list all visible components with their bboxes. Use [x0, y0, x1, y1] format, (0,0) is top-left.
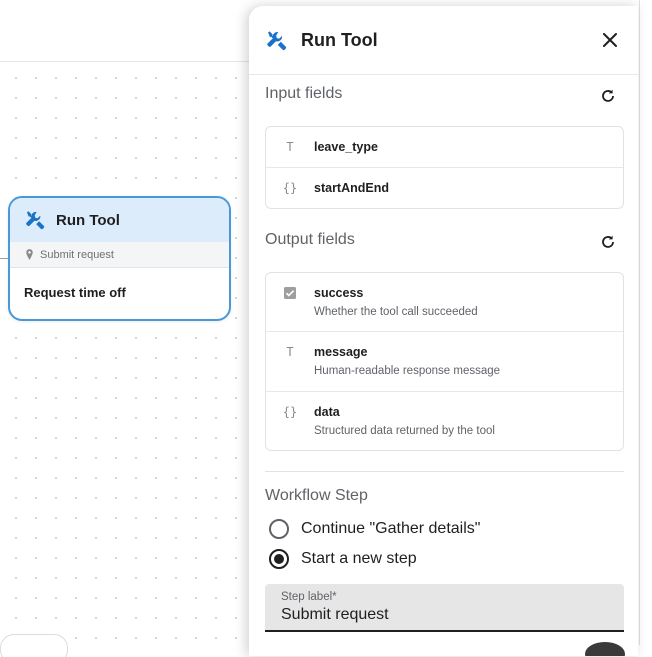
checkbox-type-icon	[278, 286, 302, 302]
field-description: Structured data returned by the tool	[314, 425, 495, 437]
refresh-input-fields-button[interactable]	[598, 86, 618, 106]
section-divider	[265, 471, 624, 472]
text-type-icon: T	[286, 140, 294, 154]
workflow-step-heading: Workflow Step	[265, 487, 368, 504]
object-type-icon: {}	[282, 405, 298, 419]
tools-icon	[267, 30, 287, 50]
field-name: leave_type	[314, 140, 378, 154]
radio-continue-step[interactable]: Continue "Gather details"	[269, 519, 480, 539]
text-type-icon: T	[286, 345, 294, 359]
radio-button[interactable]	[269, 519, 289, 539]
refresh-icon	[602, 89, 614, 102]
input-fields-list: T leave_type {} startAndEnd	[265, 126, 624, 209]
list-item[interactable]: T leave_type	[266, 127, 623, 168]
refresh-output-fields-button[interactable]	[598, 232, 618, 252]
tools-icon	[26, 211, 45, 230]
tool-detail-panel: Run Tool Input fields T leave_type {} st…	[249, 6, 638, 656]
radio-new-step[interactable]: Start a new step	[269, 549, 417, 569]
list-item[interactable]: {} data Structured data returned by the …	[266, 392, 623, 450]
step-label-input[interactable]	[281, 606, 608, 624]
close-button[interactable]	[598, 28, 622, 52]
panel-header: Run Tool	[249, 6, 638, 75]
zoom-control[interactable]	[0, 634, 68, 657]
step-label-field[interactable]: Step label*	[265, 584, 624, 632]
node-subtitle-row: Submit request	[10, 242, 229, 268]
field-name: message	[314, 345, 368, 359]
run-tool-node[interactable]: Run Tool Submit request Request time off	[8, 196, 231, 321]
output-fields-list: success Whether the tool call succeeded …	[265, 272, 624, 451]
node-title: Run Tool	[56, 211, 120, 229]
input-fields-heading: Input fields	[265, 85, 343, 102]
close-icon	[603, 33, 617, 47]
list-item[interactable]: success Whether the tool call succeeded	[266, 273, 623, 332]
refresh-icon	[602, 235, 614, 248]
output-fields-heading: Output fields	[265, 231, 355, 248]
node-body: Request time off	[24, 285, 126, 300]
field-name: data	[314, 405, 340, 419]
radio-label: Continue "Gather details"	[301, 520, 481, 537]
list-item[interactable]: {} startAndEnd	[266, 168, 623, 208]
field-name: success	[314, 286, 364, 300]
field-description: Whether the tool call succeeded	[314, 306, 478, 318]
node-header: Run Tool	[10, 198, 229, 242]
radio-label: Start a new step	[301, 550, 417, 567]
step-label-field-label: Step label*	[281, 591, 337, 603]
list-item[interactable]: T message Human-readable response messag…	[266, 332, 623, 392]
scroll-fab[interactable]	[585, 642, 625, 656]
panel-title: Run Tool	[301, 29, 378, 50]
radio-button[interactable]	[269, 549, 289, 569]
object-type-icon: {}	[282, 181, 298, 195]
field-name: startAndEnd	[314, 181, 389, 195]
location-pin-icon	[26, 249, 33, 260]
field-description: Human-readable response message	[314, 365, 501, 377]
node-subtitle: Submit request	[40, 248, 114, 261]
canvas-toolbar	[0, 0, 260, 62]
